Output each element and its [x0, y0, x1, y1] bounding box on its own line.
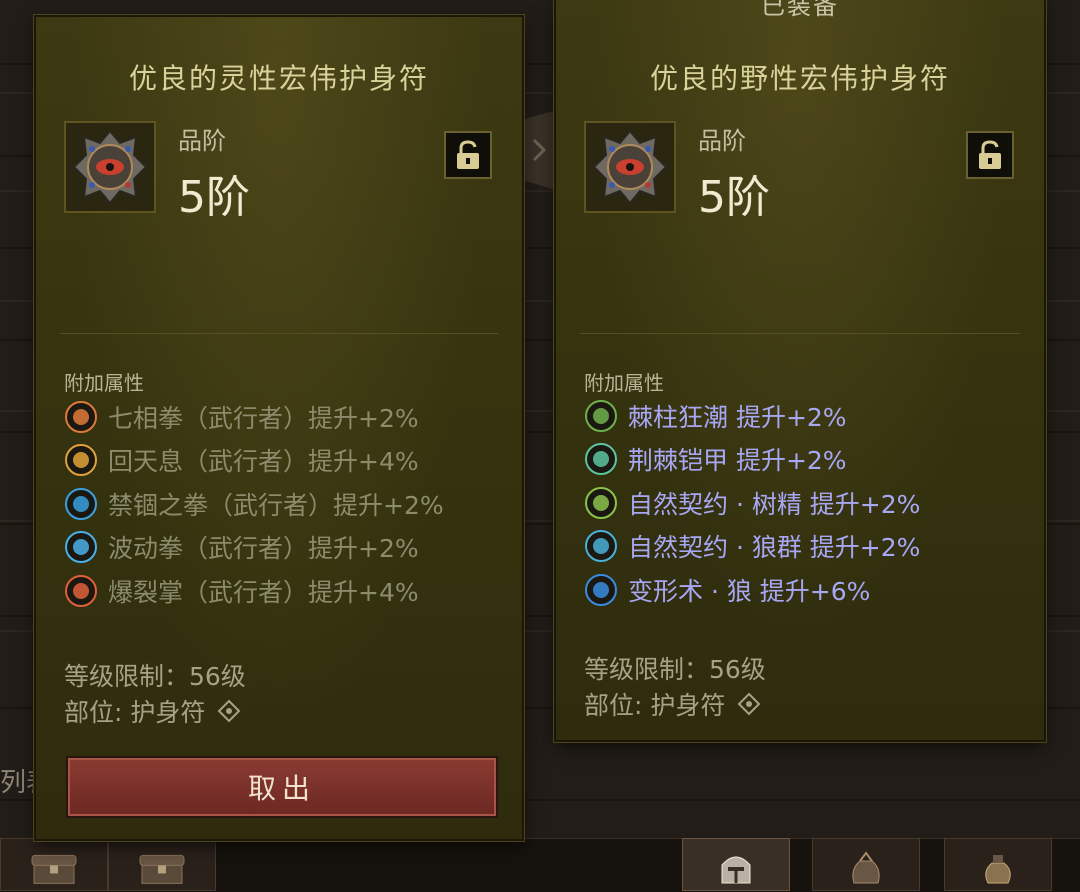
affix-item: 七相拳（武行者）提升+2% — [64, 395, 444, 439]
affix-item: 回天息（武行者）提升+4% — [64, 439, 444, 483]
withdraw-button[interactable]: 取出 — [66, 756, 498, 818]
affix-item: 棘柱狂潮 提升+2% — [584, 394, 920, 438]
item-tooltip-right: 已装备 优良的野性宏伟护身符 品阶 5阶 附加属性 棘柱狂潮 提升+2% 荆棘铠甲… — [556, 0, 1044, 740]
treant-icon — [585, 486, 617, 519]
tier-value: 5阶 — [698, 172, 770, 223]
affix-item: 自然契约 · 树精 提升+2% — [584, 481, 920, 525]
affix-text: 自然契约 · 树精 提升+2% — [628, 489, 921, 519]
thorn-pillar-icon — [585, 399, 617, 432]
flame-breath-icon — [65, 444, 97, 477]
thorn-armor-icon — [585, 443, 617, 476]
affix-text: 爆裂掌（武行者）提升+4% — [108, 577, 419, 607]
wave-fist-icon — [65, 531, 97, 564]
item-title: 优良的灵性宏伟护身符 — [128, 62, 429, 95]
chest-icon[interactable] — [0, 838, 108, 891]
chest-icon[interactable] — [108, 838, 216, 891]
affix-header: 附加属性 — [64, 371, 144, 395]
affix-text: 棘柱狂潮 提升+2% — [628, 402, 847, 432]
level-requirement: 等级限制：56级 — [584, 655, 766, 684]
bind-fist-icon — [65, 487, 97, 520]
slot-info: 部位: 护身符 — [64, 693, 241, 729]
explode-palm-icon — [65, 574, 97, 607]
slot-label: 部位: 护身符 — [64, 698, 206, 727]
amulet-slot-icon — [737, 692, 761, 722]
affix-item: 自然契约 · 狼群 提升+2% — [584, 525, 920, 569]
affix-text: 禁锢之拳（武行者）提升+2% — [108, 490, 444, 520]
panel-connector — [522, 110, 556, 190]
affix-text: 荆棘铠甲 提升+2% — [628, 446, 847, 476]
wolf-pack-icon — [585, 530, 617, 563]
tier-label: 品阶 — [698, 127, 746, 155]
affix-text: 回天息（武行者）提升+4% — [108, 447, 419, 477]
wolf-form-icon — [585, 573, 617, 606]
affix-item: 荆棘铠甲 提升+2% — [584, 438, 920, 482]
section-divider — [60, 333, 498, 334]
affix-list: 七相拳（武行者）提升+2% 回天息（武行者）提升+4% 禁锢之拳（武行者）提升+2%… — [64, 395, 444, 613]
affix-item: 波动拳（武行者）提升+2% — [64, 526, 444, 570]
money-bag-icon[interactable] — [944, 838, 1052, 891]
affix-text: 波动拳（武行者）提升+2% — [108, 534, 419, 564]
slot-info: 部位: 护身符 — [584, 686, 761, 722]
level-requirement: 等级限制：56级 — [64, 662, 246, 691]
gem-pouch-icon[interactable] — [812, 838, 920, 891]
affix-item: 禁锢之拳（武行者）提升+2% — [64, 482, 444, 526]
unlock-icon[interactable] — [966, 131, 1014, 179]
unlock-icon[interactable] — [444, 131, 492, 179]
item-tooltip-left: 优良的灵性宏伟护身符 品阶 5阶 附加属性 七相拳（武行者）提升+2% 回天息（武… — [36, 17, 522, 839]
amulet-icon — [64, 121, 156, 213]
slot-label: 部位: 护身符 — [584, 691, 726, 720]
affix-text: 七相拳（武行者）提升+2% — [108, 403, 419, 433]
equipped-label: 已装备 — [761, 0, 839, 20]
fire-fist-icon — [65, 400, 97, 433]
affix-item: 变形术 · 狼 提升+6% — [584, 568, 920, 612]
amulet-icon — [584, 121, 676, 213]
section-divider — [580, 333, 1020, 334]
affix-text: 变形术 · 狼 提升+6% — [628, 576, 871, 606]
item-title: 优良的野性宏伟护身符 — [649, 62, 950, 95]
affix-header: 附加属性 — [584, 371, 664, 395]
tier-value: 5阶 — [178, 172, 250, 223]
affix-list: 棘柱狂潮 提升+2% 荆棘铠甲 提升+2% 自然契约 · 树精 提升+2% 自然契约 … — [584, 394, 920, 612]
helmet-icon[interactable] — [682, 838, 790, 891]
amulet-slot-icon — [217, 699, 241, 729]
affix-text: 自然契约 · 狼群 提升+2% — [628, 533, 921, 563]
affix-item: 爆裂掌（武行者）提升+4% — [64, 569, 444, 613]
tier-label: 品阶 — [178, 127, 226, 155]
